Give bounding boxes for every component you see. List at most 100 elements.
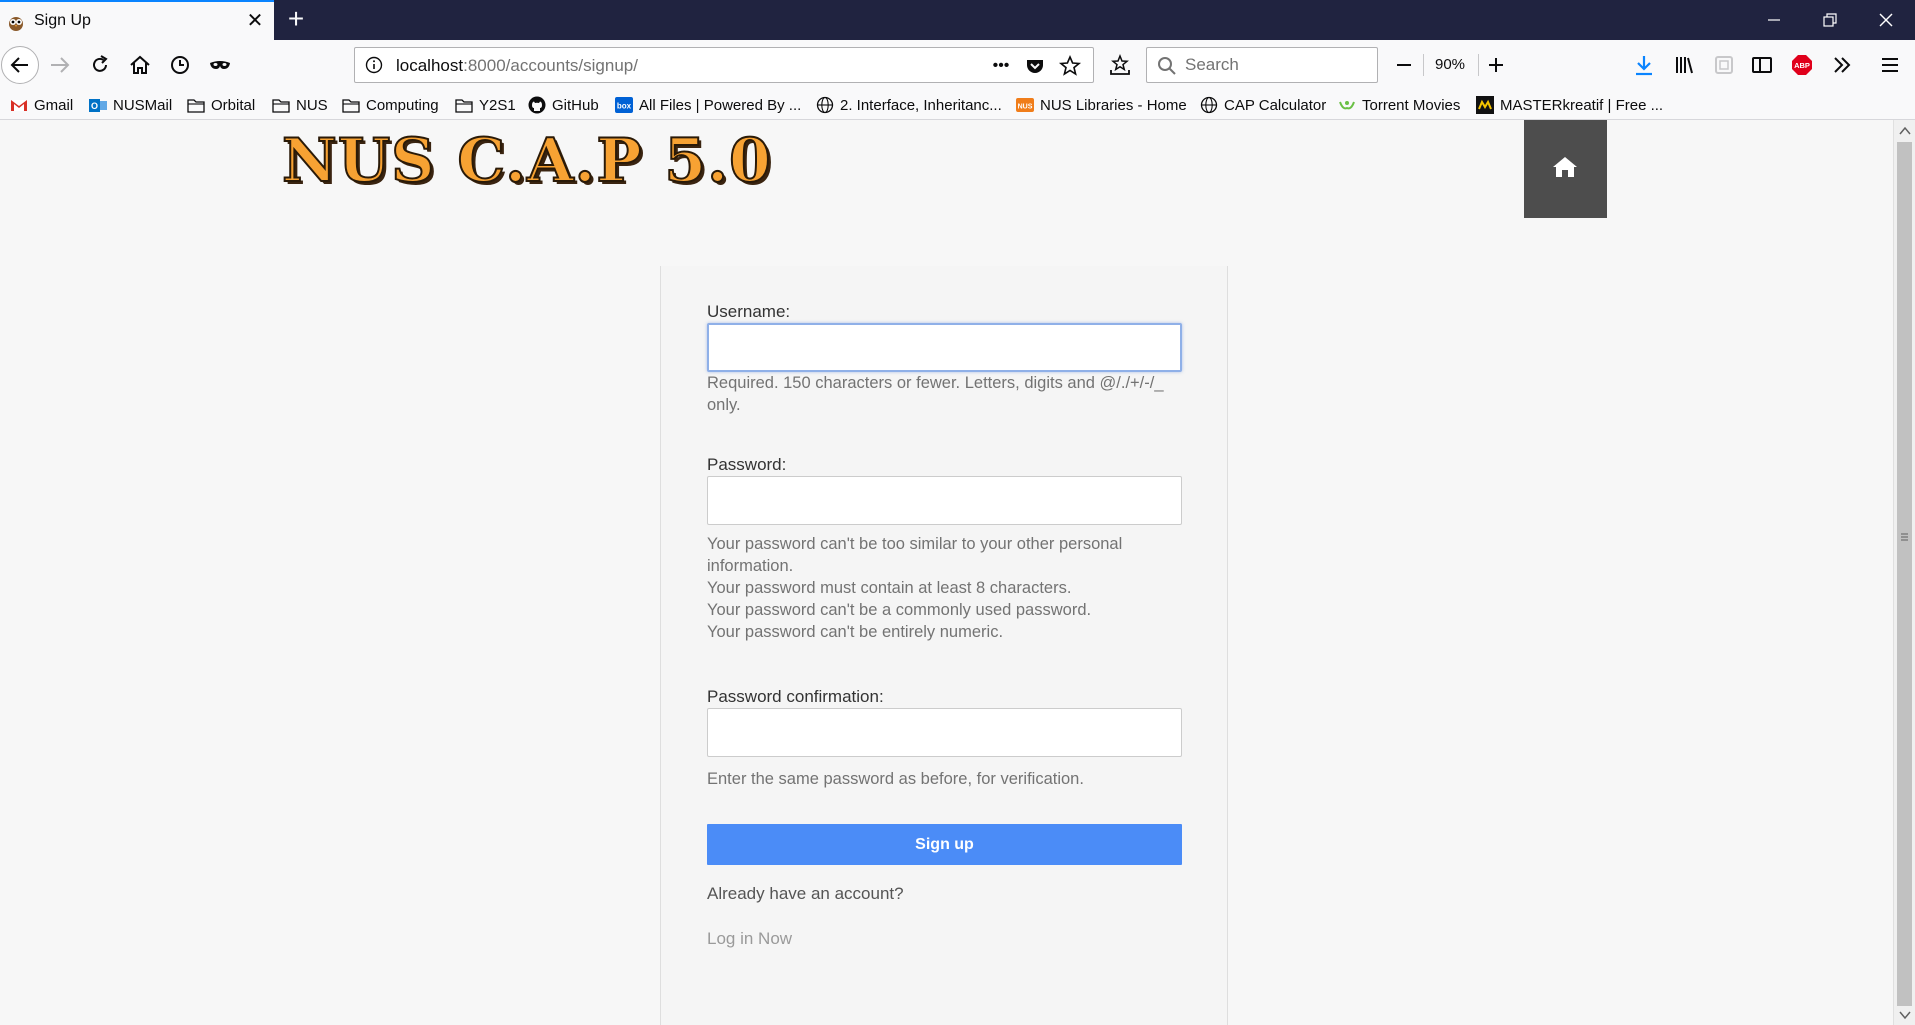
private-browsing-button[interactable]	[204, 49, 236, 81]
tab-close-icon[interactable]: ✕	[244, 10, 266, 32]
signup-form: Username: Required. 150 characters or fe…	[660, 266, 1228, 1025]
url-path: :8000/accounts/signup/	[463, 56, 638, 75]
pocket-icon[interactable]	[1023, 54, 1047, 78]
library-icon	[1676, 57, 1693, 74]
chevrons-right-icon	[1834, 57, 1851, 73]
bookmark-nus-libraries[interactable]: NUS NUS Libraries - Home	[1016, 94, 1187, 116]
search-icon	[1157, 56, 1177, 81]
password-confirmation-field[interactable]	[707, 708, 1182, 757]
restore-button[interactable]	[1802, 0, 1858, 40]
password-confirmation-label: Password confirmation:	[707, 687, 884, 706]
zoom-level[interactable]: 90%	[1423, 56, 1477, 73]
nus-icon: NUS	[1016, 96, 1034, 114]
container-icon	[1715, 56, 1733, 74]
back-arrow-icon	[10, 57, 28, 73]
bookmark-box[interactable]: box All Files | Powered By ...	[615, 94, 801, 116]
sidebar-button[interactable]	[1746, 49, 1778, 81]
site-logo[interactable]: NUS C.A.P 5.0	[281, 125, 772, 197]
bookmark-folder-computing[interactable]: Computing	[342, 94, 439, 116]
bookmark-label: NUSMail	[113, 96, 173, 114]
search-bar[interactable]	[1146, 47, 1378, 83]
bookmark-interface-inheritance[interactable]: 2. Interface, Inheritanc...	[816, 94, 1002, 116]
tab-title: Sign Up	[34, 12, 91, 29]
tab-sign-up[interactable]: Sign Up ✕	[0, 0, 274, 40]
adblock-button[interactable]: ABP	[1786, 49, 1818, 81]
url-bar[interactable]: localhost:8000/accounts/signup/ •••	[354, 47, 1094, 83]
bookmark-label: Computing	[366, 96, 439, 114]
svg-text:O: O	[91, 101, 98, 111]
svg-text:box: box	[617, 102, 632, 111]
bookmark-label: NUS	[296, 96, 328, 114]
bookmark-label: NUS Libraries - Home	[1040, 96, 1187, 114]
zoom-separator	[1478, 54, 1479, 76]
yts-icon	[1338, 96, 1356, 114]
scroll-up-arrow-icon[interactable]	[1898, 124, 1912, 138]
window-close-button[interactable]	[1858, 0, 1914, 40]
bookmark-star-icon[interactable]	[1058, 54, 1082, 78]
adblock-plus-icon: ABP	[1792, 55, 1812, 75]
minimize-icon	[1768, 19, 1780, 21]
hamburger-icon	[1882, 58, 1898, 72]
mask-icon	[210, 61, 230, 69]
zoom-out-button[interactable]	[1388, 49, 1420, 81]
back-button[interactable]	[1, 46, 39, 84]
username-field[interactable]	[707, 323, 1182, 372]
search-input[interactable]	[1185, 54, 1365, 76]
sign-up-button[interactable]: Sign up	[707, 824, 1182, 865]
bookmark-folder-orbital[interactable]: Orbital	[187, 94, 255, 116]
navigation-toolbar: localhost:8000/accounts/signup/ ••• 90%	[0, 40, 1915, 90]
bookmarks-toolbar: Gmail O NUSMail Orbital NUS Computing Y2…	[0, 90, 1915, 120]
page-actions-icon[interactable]: •••	[989, 54, 1013, 78]
url-text[interactable]: localhost:8000/accounts/signup/	[396, 56, 638, 76]
forward-arrow-icon	[51, 57, 70, 73]
scrollbar-thumb[interactable]	[1897, 142, 1912, 1006]
bookmark-label: 2. Interface, Inheritanc...	[840, 96, 1002, 114]
home-toolbar-button[interactable]	[124, 49, 156, 81]
menu-button[interactable]	[1874, 49, 1906, 81]
downloads-button[interactable]	[1628, 49, 1660, 81]
log-in-link[interactable]: Log in Now	[707, 929, 792, 949]
page-content: NUS C.A.P 5.0 Username: Required. 150 ch…	[0, 120, 1893, 1025]
zoom-in-button[interactable]	[1480, 49, 1512, 81]
download-icon	[1636, 56, 1652, 76]
bookmark-github[interactable]: GitHub	[528, 94, 599, 116]
vertical-scrollbar[interactable]	[1893, 120, 1915, 1025]
overflow-button[interactable]	[1826, 49, 1858, 81]
home-page-button[interactable]	[1524, 120, 1607, 218]
bookmark-nusmail[interactable]: O NUSMail	[89, 94, 172, 116]
masterkreatif-icon	[1476, 96, 1494, 114]
container-button[interactable]	[1708, 49, 1740, 81]
folder-icon	[342, 96, 360, 114]
reload-icon	[93, 55, 108, 72]
owl-favicon-icon	[6, 12, 26, 32]
bookmark-folder-nus[interactable]: NUS	[272, 94, 328, 116]
bookmark-cap-calculator[interactable]: CAP Calculator	[1200, 94, 1326, 116]
library-button[interactable]	[1668, 49, 1700, 81]
bookmark-folder-y2s1[interactable]: Y2S1	[455, 94, 516, 116]
svg-text:ABP: ABP	[1794, 61, 1810, 70]
svg-text:NUS: NUS	[1018, 104, 1033, 111]
username-help-text: Required. 150 characters or fewer. Lette…	[707, 374, 1164, 414]
bookmark-label: MASTERkreatif | Free ...	[1500, 96, 1664, 114]
bookmark-gmail[interactable]: Gmail	[10, 94, 73, 116]
bookmark-label: Y2S1	[479, 96, 516, 114]
confirm-help-text: Enter the same password as before, for v…	[707, 770, 1084, 788]
scroll-down-arrow-icon[interactable]	[1898, 1008, 1912, 1022]
forward-button[interactable]	[44, 49, 76, 81]
history-button[interactable]	[164, 49, 196, 81]
star-tray-icon	[1110, 53, 1130, 75]
minimize-button[interactable]	[1746, 0, 1802, 40]
password-rule: Your password can't be entirely numeric.	[707, 623, 1004, 641]
reading-list-button[interactable]	[1104, 49, 1136, 81]
bookmark-masterkreatif[interactable]: MASTERkreatif | Free ...	[1476, 94, 1663, 116]
globe-icon	[816, 96, 834, 114]
new-tab-button[interactable]: +	[284, 5, 308, 33]
password-label: Password:	[707, 455, 787, 474]
bookmark-torrent-movies[interactable]: Torrent Movies	[1338, 94, 1460, 116]
gmail-icon	[10, 96, 28, 114]
home-icon	[1553, 157, 1577, 177]
info-icon[interactable]	[365, 56, 383, 79]
password-field[interactable]	[707, 476, 1182, 525]
reload-button[interactable]	[84, 49, 116, 81]
outlook-icon: O	[89, 96, 107, 114]
